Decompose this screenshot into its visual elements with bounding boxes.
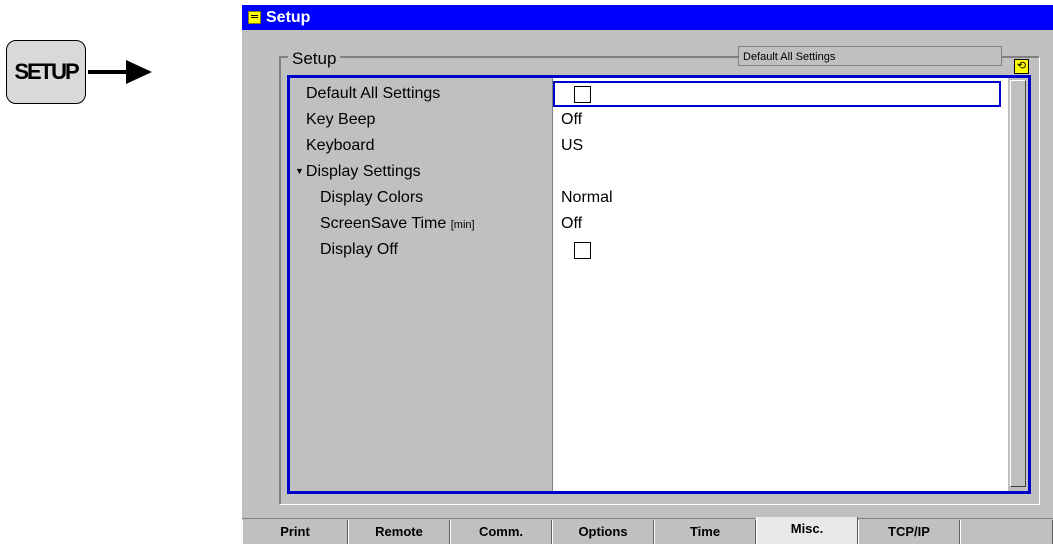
row-display-settings[interactable]: ▼ Display Settings [295, 159, 421, 185]
vertical-scrollbar[interactable] [1008, 78, 1028, 491]
screensave-time-unit: [min] [450, 219, 475, 231]
status-field: Default All Settings [738, 46, 1002, 66]
arrow-right-icon [88, 60, 152, 84]
title-bar: Setup [242, 5, 1053, 30]
row-label-keyboard: Keyboard [306, 137, 375, 154]
row-screensave-time: ScreenSave Time [min] [320, 211, 475, 237]
group-title: Setup [288, 49, 341, 69]
row-label-display-colors: Display Colors [320, 189, 424, 206]
setup-hardkey[interactable]: SETUP [6, 40, 86, 104]
settings-value-column [553, 78, 1008, 491]
expand-triangle-icon[interactable]: ▼ [295, 166, 304, 176]
scrollbar-thumb[interactable] [1010, 80, 1026, 487]
keyboard-value[interactable]: US [561, 133, 583, 159]
window-menu-icon[interactable] [248, 11, 261, 24]
tab-empty[interactable] [960, 520, 1053, 544]
tab-bar: Print Remote Comm. Options Time Misc. TC… [242, 517, 1053, 544]
display-off-checkbox[interactable] [574, 242, 591, 259]
tab-misc[interactable]: Misc. [756, 517, 858, 544]
tab-remote[interactable]: Remote [348, 520, 450, 544]
setup-window: Setup Setup Default All Settings ⟲ Defau… [242, 5, 1053, 544]
selected-cell[interactable] [553, 81, 1001, 107]
row-label-display-off: Display Off [320, 241, 398, 258]
row-label-key-beep: Key Beep [306, 111, 376, 128]
tab-comm[interactable]: Comm. [450, 520, 552, 544]
refresh-icon[interactable]: ⟲ [1014, 59, 1029, 74]
tab-options[interactable]: Options [552, 520, 654, 544]
row-label-screensave-time: ScreenSave Time [320, 215, 447, 232]
key-beep-value[interactable]: Off [561, 107, 582, 133]
window-title: Setup [266, 9, 311, 26]
row-label-display-settings: Display Settings [305, 163, 421, 180]
display-colors-value[interactable]: Normal [561, 185, 613, 211]
settings-table: Default All Settings Key Beep Off Keyboa… [287, 75, 1031, 494]
screensave-time-value[interactable]: Off [561, 211, 582, 237]
row-label-default-all-settings: Default All Settings [306, 85, 441, 102]
tab-time[interactable]: Time [654, 520, 756, 544]
default-all-settings-checkbox[interactable] [574, 86, 591, 103]
tab-print[interactable]: Print [242, 520, 348, 544]
tab-tcpip[interactable]: TCP/IP [858, 520, 960, 544]
